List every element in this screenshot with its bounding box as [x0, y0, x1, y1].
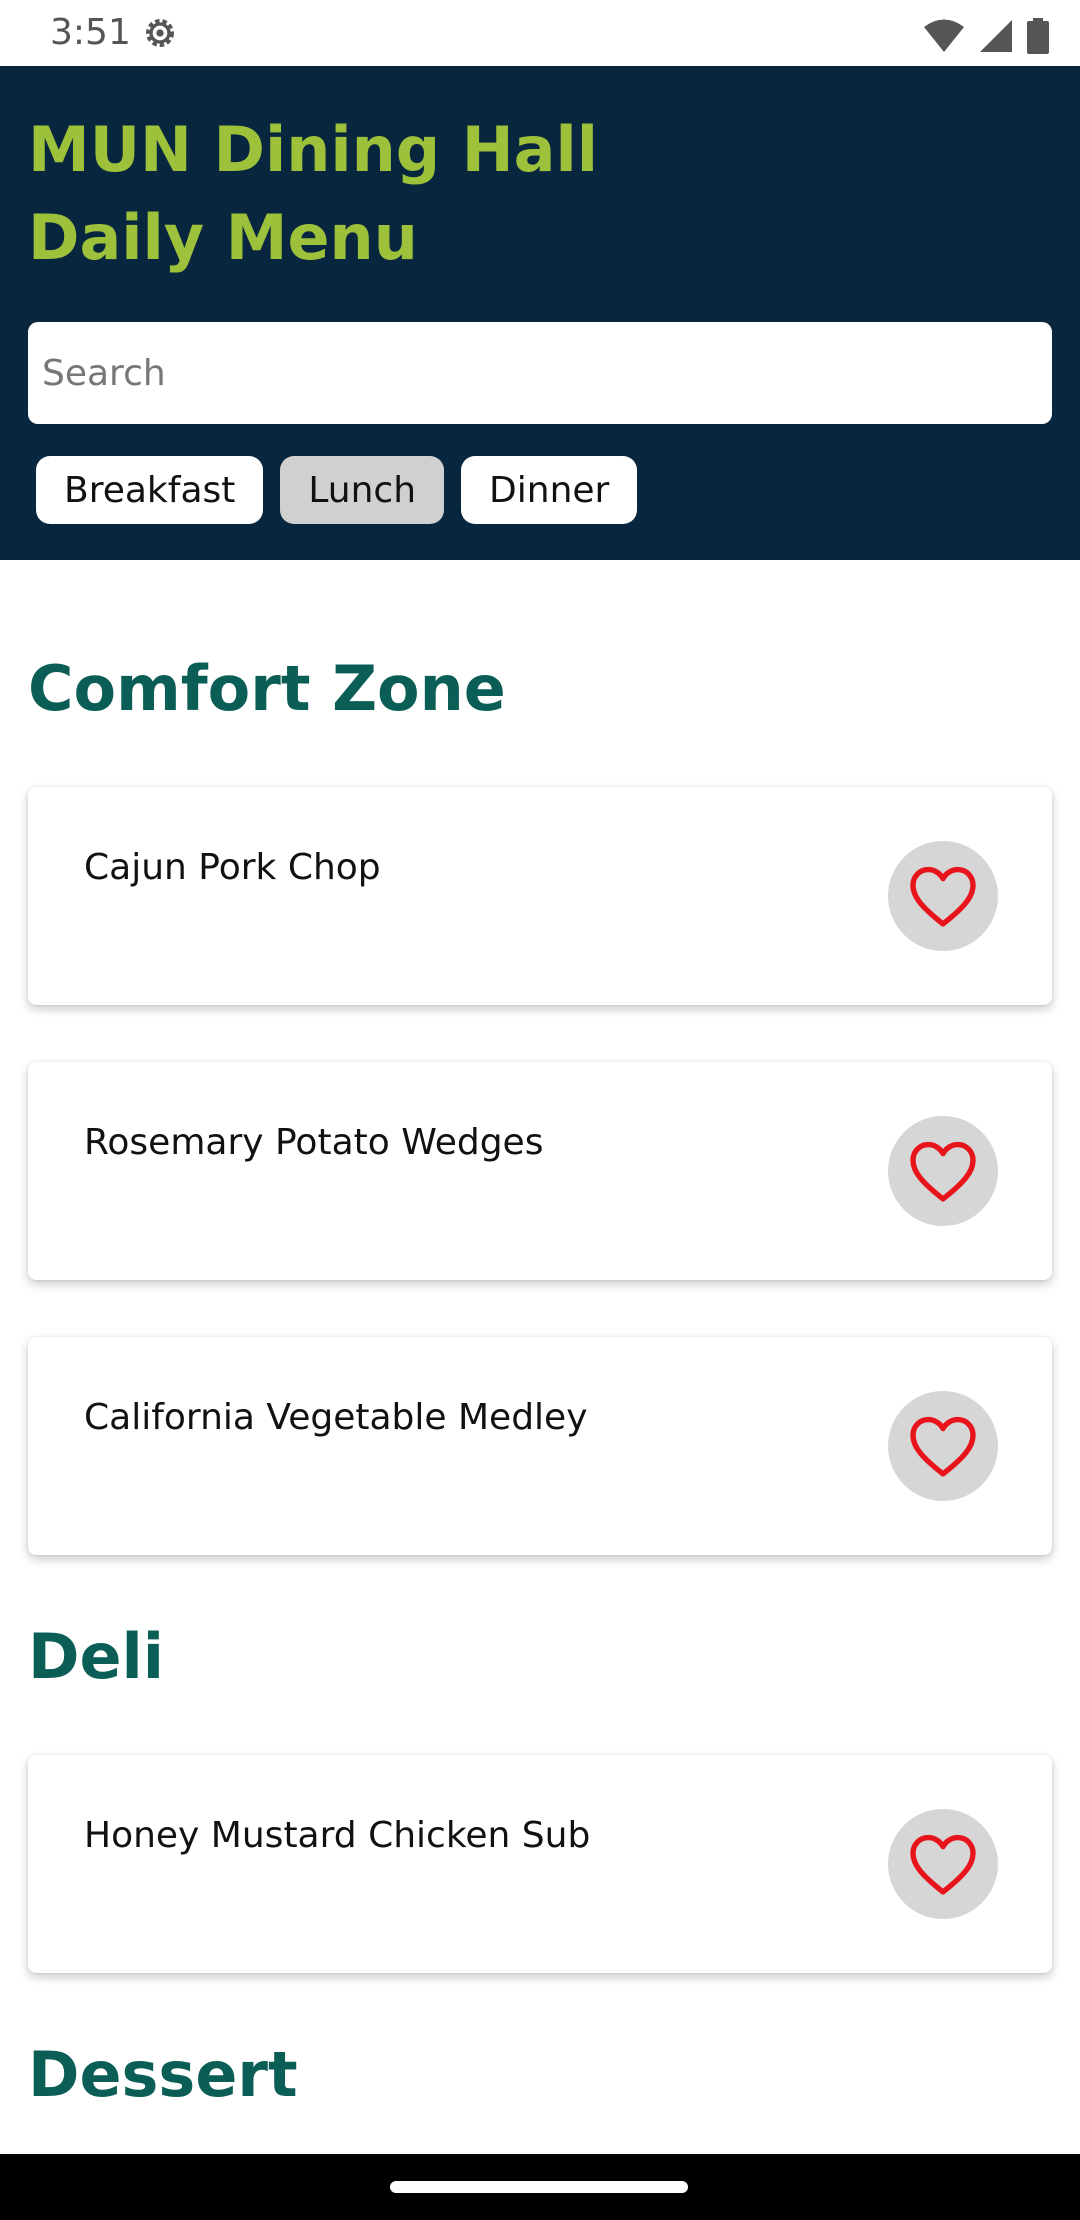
cellular-signal-icon — [980, 20, 1012, 52]
menu-item-name: Cajun Pork Chop — [84, 847, 381, 888]
status-time: 3:51 — [50, 12, 131, 53]
menu-item-card[interactable]: Honey Mustard Chicken Sub — [28, 1755, 1052, 1973]
menu-item-card[interactable]: California Vegetable Medley — [28, 1337, 1052, 1555]
search-input[interactable] — [28, 322, 1052, 424]
wifi-icon — [924, 19, 964, 52]
meal-tabs: Breakfast Lunch Dinner — [36, 456, 638, 524]
favorite-button[interactable] — [888, 1391, 998, 1501]
menu-item-name: California Vegetable Medley — [84, 1397, 588, 1438]
menu-item-name: Rosemary Potato Wedges — [84, 1122, 544, 1163]
menu-item-card[interactable]: Rosemary Potato Wedges — [28, 1062, 1052, 1280]
heart-outline-icon — [910, 1834, 976, 1895]
heart-outline-icon — [910, 1141, 976, 1202]
tab-dinner[interactable]: Dinner — [461, 456, 638, 524]
favorite-button[interactable] — [888, 1116, 998, 1226]
home-gesture-handle[interactable] — [390, 2181, 688, 2193]
heart-outline-icon — [910, 866, 976, 927]
heart-outline-icon — [910, 1416, 976, 1477]
section-heading-deli: Deli — [28, 1620, 165, 1693]
favorite-button[interactable] — [888, 841, 998, 951]
tab-breakfast[interactable]: Breakfast — [36, 456, 264, 524]
tab-lunch[interactable]: Lunch — [280, 456, 445, 524]
menu-item-card[interactable]: Cajun Pork Chop — [28, 787, 1052, 1005]
app-header: MUN Dining Hall Daily Menu Breakfast Lun… — [0, 66, 1080, 560]
app-title: MUN Dining Hall Daily Menu — [28, 113, 598, 274]
favorite-button[interactable] — [888, 1809, 998, 1919]
section-heading-comfort-zone: Comfort Zone — [28, 652, 506, 725]
status-bar: 3:51 — [0, 0, 1080, 66]
menu-item-name: Honey Mustard Chicken Sub — [84, 1815, 591, 1856]
settings-gear-icon — [146, 19, 174, 47]
system-navigation-bar — [0, 2154, 1080, 2220]
section-heading-dessert: Dessert — [28, 2038, 298, 2111]
battery-icon — [1027, 18, 1049, 54]
